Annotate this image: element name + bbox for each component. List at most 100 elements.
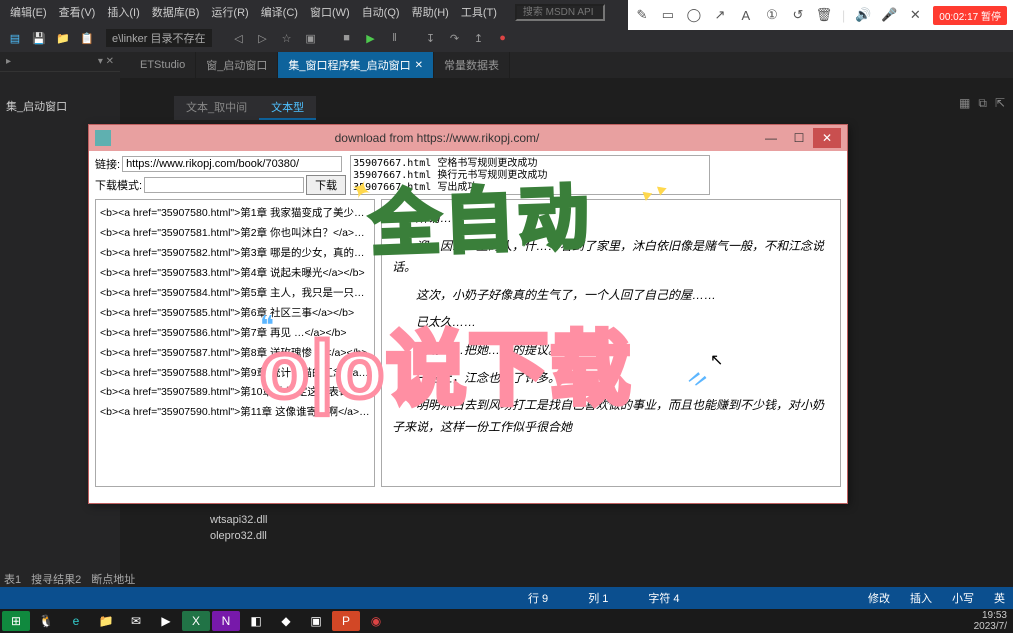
url-label: 链接: <box>95 156 120 172</box>
content-line: 在场……把她……的提议。 <box>392 340 830 362</box>
dlwin-title: download from https://www.rikopj.com/ <box>117 131 757 145</box>
list-item[interactable]: <b><a href="35907584.html">第5章 主人，我只是一只小… <box>100 284 370 304</box>
task-ppt[interactable]: P <box>332 611 360 631</box>
output-tab-1[interactable]: 表1 <box>4 571 21 587</box>
rect-icon[interactable]: ▭ <box>660 7 676 23</box>
download-button[interactable]: 下载 <box>306 175 346 195</box>
record-timer[interactable]: 00:02:17 暂停 <box>933 6 1007 25</box>
task-explorer[interactable]: 📁 <box>92 611 120 631</box>
task-onenote[interactable]: N <box>212 611 240 631</box>
close-button[interactable]: ✕ <box>813 128 841 148</box>
text-icon[interactable]: A <box>738 7 754 23</box>
tab-const[interactable]: 常量数据表 <box>434 52 510 78</box>
minimize-button[interactable]: — <box>757 128 785 148</box>
content-line: 已太久…… <box>392 312 830 334</box>
task-app4[interactable]: ◉ <box>362 611 390 631</box>
content-line: 所谓…… <box>392 208 830 230</box>
content-line: 一路上，江念也想了许多。 <box>392 368 830 390</box>
close-recorder-icon[interactable]: ✕ <box>907 7 923 23</box>
menu-window[interactable]: 窗口(W) <box>304 2 356 22</box>
list-item[interactable]: <b><a href="35907581.html">第2章 你也叫沐白？</a… <box>100 224 370 244</box>
tree-item[interactable]: 集_启动窗口 <box>6 96 114 116</box>
new-icon[interactable]: ▤ <box>6 32 24 45</box>
undo-icon[interactable]: ↺ <box>790 7 806 23</box>
mic-icon[interactable]: 🎤 <box>881 7 897 23</box>
number-icon[interactable]: ① <box>764 7 780 23</box>
maximize-button[interactable]: ☐ <box>785 128 813 148</box>
msdn-search-input[interactable] <box>515 4 605 21</box>
task-app3[interactable]: ▣ <box>302 611 330 631</box>
stop-icon[interactable]: ■ <box>338 32 356 44</box>
menu-compile[interactable]: 编译(C) <box>255 2 304 22</box>
layout-icon[interactable]: ▦ <box>959 96 970 111</box>
menu-db[interactable]: 数据库(B) <box>146 2 206 22</box>
task-mail[interactable]: ✉ <box>122 611 150 631</box>
mode-input[interactable] <box>144 177 304 193</box>
pointer-icon[interactable]: ✎ <box>634 7 650 23</box>
content-preview[interactable]: 所谓…… 迎，因……生的人，什……看到了家里，沐白依旧像是赌气一般，不和江念说话… <box>381 199 841 487</box>
menu-help[interactable]: 帮助(H) <box>406 2 455 22</box>
url-input[interactable] <box>122 156 342 172</box>
list-item[interactable]: <b><a href="35907582.html">第3章 哪是的少女，真的是… <box>100 244 370 264</box>
dll-list: wtsapi32.dll olepro32.dll <box>210 512 267 544</box>
list-item[interactable]: <b><a href="35907580.html">第1章 我家猫变成了美少女… <box>100 204 370 224</box>
menu-auto[interactable]: 自动(Q) <box>356 2 406 22</box>
tray-clock[interactable]: 19:53 2023/7/ <box>974 610 1011 632</box>
arrow-icon[interactable]: ↗ <box>712 7 728 23</box>
content-line: 这次，小奶子好像真的生气了，一个人回了自己的屋…… <box>392 285 830 307</box>
list-item[interactable]: <b><a href="35907585.html">第6章 社区三事</a><… <box>100 304 370 324</box>
list-item[interactable]: <b><a href="35907583.html">第4章 说起未曝光</a>… <box>100 264 370 284</box>
list-item[interactable]: <b><a href="35907586.html">第7章 再见 …</a><… <box>100 324 370 344</box>
menu-view[interactable]: 查看(V) <box>53 2 102 22</box>
task-video[interactable]: ▶ <box>152 611 180 631</box>
menu-insert[interactable]: 插入(I) <box>101 2 145 22</box>
list-item[interactable]: <b><a href="35907587.html">第8章 送玫瑰惨 …</a… <box>100 344 370 364</box>
output-tab-3[interactable]: 断点地址 <box>91 571 135 587</box>
step-out-icon[interactable]: ↥ <box>470 32 488 45</box>
star-icon[interactable]: ☆ <box>278 32 296 45</box>
task-excel[interactable]: X <box>182 611 210 631</box>
dll-item[interactable]: olepro32.dll <box>210 528 267 544</box>
tab-etstudio[interactable]: ETStudio <box>130 52 196 78</box>
pause-icon[interactable]: ‖ <box>386 32 404 44</box>
play-icon[interactable]: ▶ <box>362 32 380 45</box>
nav-back-icon[interactable]: ◁ <box>230 32 248 45</box>
task-edge[interactable]: e <box>62 611 90 631</box>
list-item[interactable]: <b><a href="35907590.html">第11章 这像谁寄住啊</… <box>100 403 370 423</box>
circle-icon[interactable]: ◯ <box>686 7 702 23</box>
task-app1[interactable]: ◧ <box>242 611 270 631</box>
step-into-icon[interactable]: ↧ <box>422 32 440 45</box>
status-line: 行 9 <box>528 590 548 606</box>
tab-window[interactable]: 窗_启动窗口 <box>196 52 278 78</box>
content-line: 明明沐白去到风场打工是找自己喜欢做的事业，而且也能赚到不少钱，对小奶子来说，这样… <box>392 395 830 438</box>
task-app2[interactable]: ◆ <box>272 611 300 631</box>
inner-tab-1[interactable]: 文本_取中间 <box>174 96 259 120</box>
close-icon[interactable]: ✕ <box>415 60 423 71</box>
copy-icon[interactable]: 📋 <box>78 32 96 45</box>
start-button[interactable]: ⊞ <box>2 611 30 631</box>
task-qq[interactable]: 🐧 <box>32 611 60 631</box>
bookmark-icon[interactable]: ▣ <box>302 32 320 45</box>
sound-icon[interactable]: 🔊 <box>855 7 871 23</box>
dlwin-titlebar[interactable]: download from https://www.rikopj.com/ — … <box>89 125 847 151</box>
inner-tab-2[interactable]: 文本型 <box>259 96 316 120</box>
status-ins: 插入 <box>910 590 932 606</box>
menu-edit[interactable]: 编辑(E) <box>4 2 53 22</box>
chapter-list[interactable]: <b><a href="35907580.html">第1章 我家猫变成了美少女… <box>95 199 375 487</box>
save-icon[interactable]: 💾 <box>30 32 48 45</box>
trash-icon[interactable]: 🗑 <box>816 7 832 23</box>
list-item[interactable]: <b><a href="35907589.html">第10章 你确定这是表哥？… <box>100 383 370 403</box>
export-icon[interactable]: ⇱ <box>995 96 1005 111</box>
list-item[interactable]: <b><a href="35907588.html">第9章 统计多猫的江念</… <box>100 364 370 384</box>
menu-tools[interactable]: 工具(T) <box>455 2 503 22</box>
output-tab-2[interactable]: 搜寻结果2 <box>31 571 81 587</box>
step-over-icon[interactable]: ↷ <box>446 32 464 45</box>
dll-item[interactable]: wtsapi32.dll <box>210 512 267 528</box>
open-icon[interactable]: 📁 <box>54 32 72 45</box>
nav-fwd-icon[interactable]: ▷ <box>254 32 272 45</box>
breakpoint-icon[interactable]: ● <box>494 32 512 44</box>
linker-path: e\linker 目录不存在 <box>106 29 212 47</box>
tab-assembly[interactable]: 集_窗口程序集_启动窗口✕ <box>278 52 434 78</box>
menu-run[interactable]: 运行(R) <box>205 2 254 22</box>
copy-right-icon[interactable]: ⧉ <box>978 96 987 111</box>
